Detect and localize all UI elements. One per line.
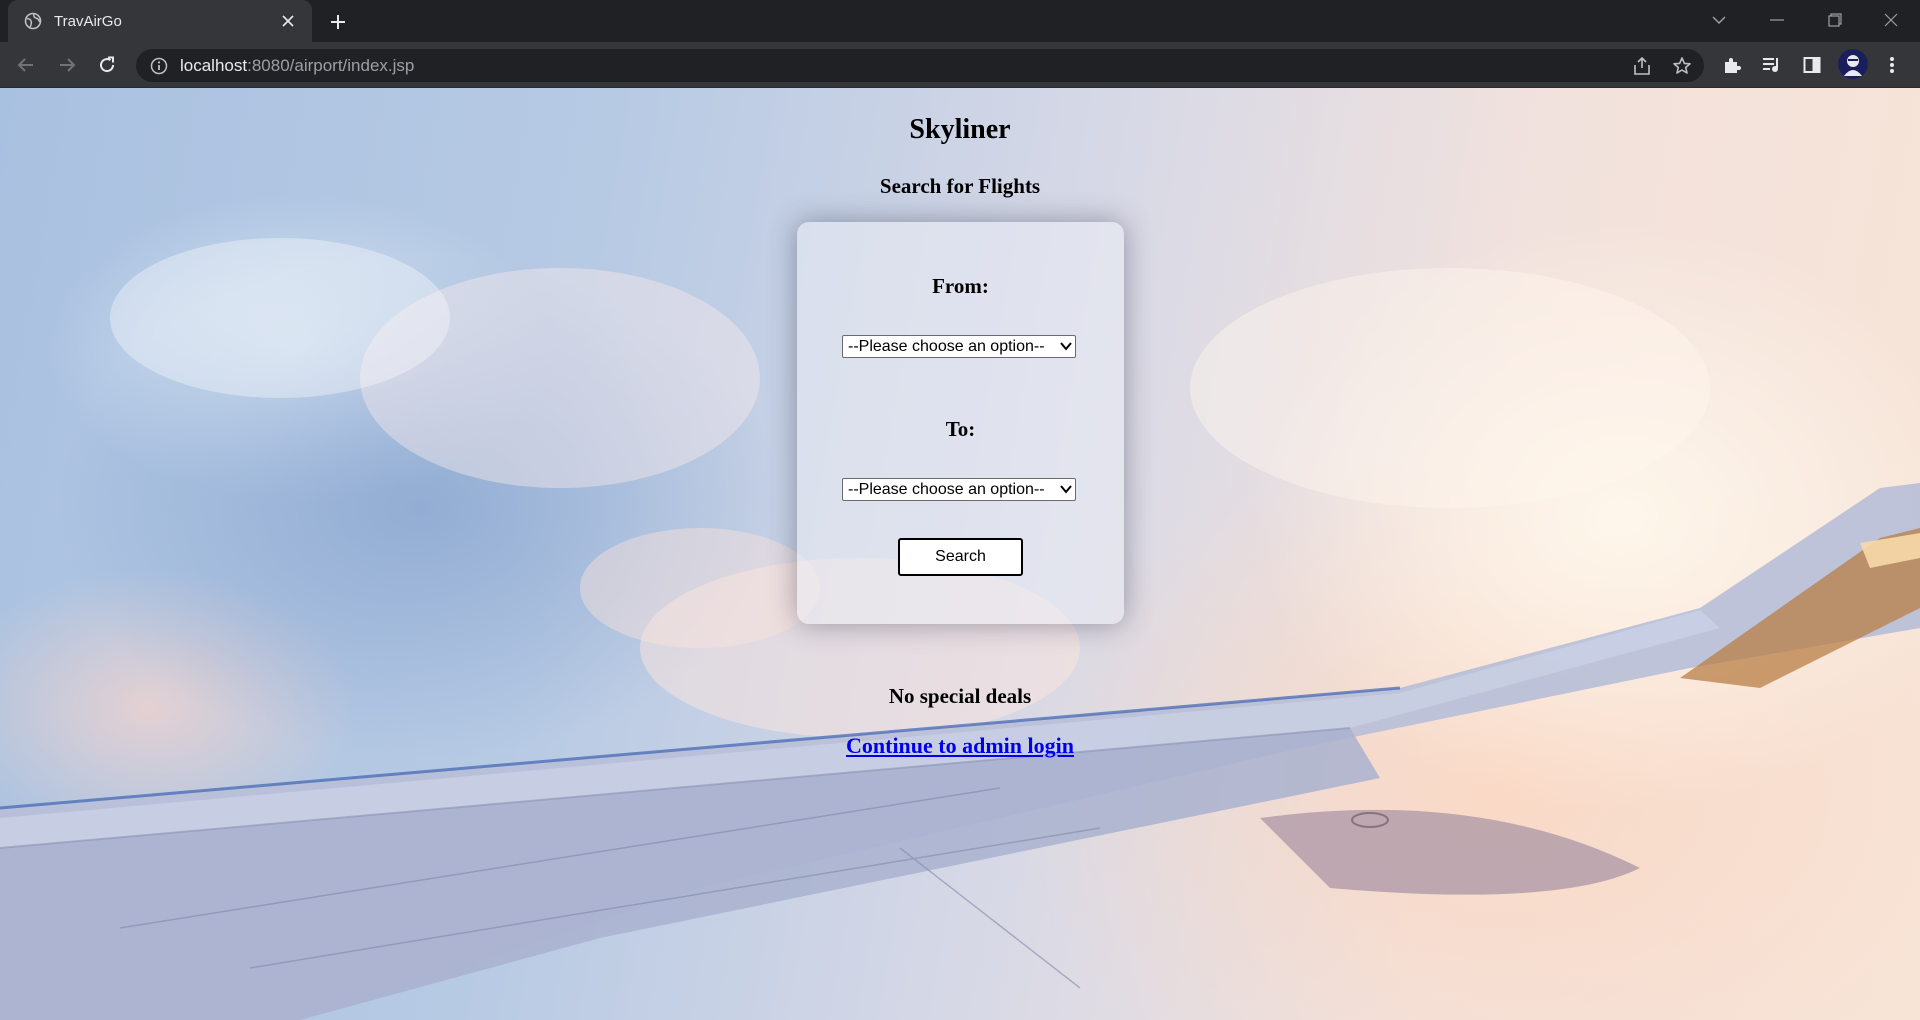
side-panel-icon[interactable] [1796, 49, 1828, 81]
reload-icon[interactable] [91, 49, 123, 81]
address-bar[interactable]: localhost:8080/airport/index.jsp [136, 49, 1704, 82]
share-icon[interactable] [1626, 49, 1658, 82]
tab-title: TravAirGo [54, 12, 122, 30]
browser-toolbar: localhost:8080/airport/index.jsp [0, 42, 1920, 88]
to-select[interactable]: --Please choose an option-- [842, 478, 1076, 501]
close-window-icon[interactable] [1862, 0, 1920, 40]
page-viewport: Skyliner Search for Flights From: --Plea… [0, 88, 1920, 1020]
to-label: To: [945, 417, 976, 441]
chevron-down-icon [1060, 485, 1072, 494]
globe-icon [24, 12, 42, 30]
tab-strip: TravAirGo [0, 0, 1920, 42]
kebab-menu-icon[interactable] [1876, 49, 1908, 81]
chevron-down-icon [1060, 342, 1072, 351]
bookmark-star-icon[interactable] [1666, 49, 1698, 82]
url-text: localhost:8080/airport/index.jsp [180, 55, 415, 75]
special-deals-text: No special deals [888, 684, 1032, 708]
from-label: From: [932, 274, 989, 298]
from-select-value: --Please choose an option-- [848, 338, 1045, 355]
extensions-puzzle-icon[interactable] [1716, 49, 1748, 81]
tab-search-chevron-icon[interactable] [1690, 0, 1748, 40]
search-button[interactable]: Search [898, 538, 1023, 576]
restore-icon[interactable] [1806, 0, 1864, 40]
site-info-icon[interactable] [150, 57, 168, 75]
from-select[interactable]: --Please choose an option-- [842, 335, 1076, 358]
search-heading: Search for Flights [879, 174, 1041, 198]
back-arrow-icon[interactable] [10, 49, 42, 81]
profile-avatar[interactable] [1838, 49, 1868, 79]
tab-close-icon[interactable] [276, 9, 300, 33]
site-title: Skyliner [909, 114, 1011, 145]
forward-arrow-icon[interactable] [51, 49, 83, 81]
new-tab-plus-icon[interactable] [324, 8, 352, 36]
admin-login-link-wrapper: Continue to admin login [0, 733, 1920, 759]
media-controls-icon[interactable] [1756, 49, 1788, 81]
flight-search-form: From: --Please choose an option-- To: --… [797, 222, 1124, 624]
minimize-icon[interactable] [1748, 0, 1806, 40]
browser-tab-active[interactable]: TravAirGo [8, 0, 312, 42]
to-select-value: --Please choose an option-- [848, 481, 1045, 498]
admin-login-link[interactable]: Continue to admin login [846, 733, 1074, 758]
